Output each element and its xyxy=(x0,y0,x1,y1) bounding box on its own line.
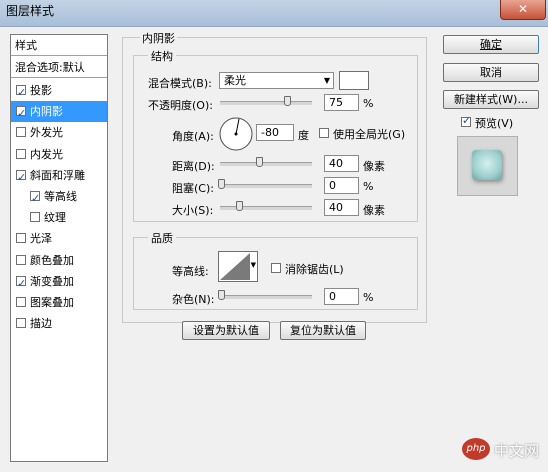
global-light-label[interactable]: 使用全局光(G) xyxy=(333,126,405,142)
angle-dial[interactable] xyxy=(218,116,254,152)
distance-input[interactable]: 40 xyxy=(324,155,359,172)
choke-unit: % xyxy=(363,180,374,193)
cancel-button[interactable]: 取消 xyxy=(443,63,539,82)
style-item-label: 图案叠加 xyxy=(30,296,74,309)
angle-unit: 度 xyxy=(298,129,309,142)
style-item-label: 等高线 xyxy=(44,190,77,203)
antialias-checkbox[interactable] xyxy=(271,263,281,273)
style-item-label: 纹理 xyxy=(44,211,66,225)
style-item[interactable]: 斜面和浮雕 xyxy=(11,165,107,188)
style-item-checkbox[interactable] xyxy=(16,103,26,124)
style-item-checkbox[interactable] xyxy=(16,233,26,244)
style-item[interactable]: 颜色叠加 xyxy=(11,250,107,271)
style-item[interactable]: 外发光 xyxy=(11,122,107,143)
blend-mode-select[interactable]: 柔光 ▼ xyxy=(219,72,334,89)
noise-label: 杂色(N): xyxy=(172,293,215,306)
section-title: 内阴影 xyxy=(140,30,177,46)
style-item-checkbox[interactable] xyxy=(16,254,26,265)
distance-slider-thumb[interactable] xyxy=(256,157,263,167)
opacity-slider[interactable] xyxy=(220,101,312,105)
style-item[interactable]: 等高线 xyxy=(11,186,107,209)
chevron-down-icon: ▼ xyxy=(323,76,330,85)
chevron-down-icon: ▼ xyxy=(250,261,256,269)
blend-mode-value: 柔光 xyxy=(224,74,246,87)
style-item-label: 内发光 xyxy=(30,147,63,161)
noise-input[interactable]: 0 xyxy=(324,288,359,305)
style-item-label: 描边 xyxy=(30,317,52,331)
angle-label: 角度(A): xyxy=(172,130,214,143)
choke-label: 阻塞(C): xyxy=(172,182,214,195)
style-item[interactable]: 渐变叠加 xyxy=(11,271,107,294)
contour-picker[interactable]: ▼ xyxy=(218,251,258,282)
style-item-label: 投影 xyxy=(30,84,52,97)
style-item-checkbox[interactable] xyxy=(16,82,26,103)
preview-box xyxy=(457,136,518,196)
noise-slider-thumb[interactable] xyxy=(218,290,225,300)
blend-mode-label: 混合模式(B): xyxy=(148,77,212,90)
style-item[interactable]: 投影 xyxy=(11,80,107,103)
ok-button[interactable]: 确定 xyxy=(443,35,539,54)
style-item-checkbox[interactable] xyxy=(16,297,26,307)
style-item-checkbox[interactable] xyxy=(30,212,40,223)
make-default-button[interactable]: 设置为默认值 xyxy=(182,321,270,340)
distance-label: 距离(D): xyxy=(172,160,215,173)
angle-input[interactable]: -80 xyxy=(256,124,294,141)
quality-title: 品质 xyxy=(148,230,176,246)
size-unit: 像素 xyxy=(363,204,385,217)
antialias-label[interactable]: 消除锯齿(L) xyxy=(285,261,344,277)
blending-options-item[interactable]: 混合选项:默认 xyxy=(11,57,107,78)
opacity-unit: % xyxy=(363,97,374,110)
choke-slider-thumb[interactable] xyxy=(218,179,225,189)
style-item[interactable]: 光泽 xyxy=(11,228,107,249)
choke-slider[interactable] xyxy=(220,184,312,188)
style-item-label: 外发光 xyxy=(30,126,63,140)
distance-slider[interactable] xyxy=(220,162,312,166)
noise-unit: % xyxy=(363,291,374,304)
style-item[interactable]: 内阴影 xyxy=(11,101,107,124)
opacity-input[interactable]: 75 xyxy=(324,94,359,111)
style-item-checkbox[interactable] xyxy=(16,167,26,188)
style-item[interactable]: 描边 xyxy=(11,313,107,334)
style-item-label: 光泽 xyxy=(30,232,52,246)
noise-slider[interactable] xyxy=(220,295,312,299)
global-light-checkbox[interactable] xyxy=(319,128,329,138)
style-item-label: 内阴影 xyxy=(30,105,63,119)
styles-header[interactable]: 样式 xyxy=(11,35,107,56)
window-title: 图层样式 xyxy=(6,4,55,18)
preview-tile xyxy=(472,150,502,180)
style-item[interactable]: 纹理 xyxy=(11,207,107,228)
php-logo: php xyxy=(462,438,490,460)
size-slider-thumb[interactable] xyxy=(236,201,243,211)
size-input[interactable]: 40 xyxy=(324,199,359,216)
title-bar: 图层样式 ✕ xyxy=(0,0,548,27)
watermark-text: 中文网 xyxy=(494,442,540,460)
opacity-label: 不透明度(O): xyxy=(148,99,213,112)
contour-curve-icon xyxy=(220,253,250,280)
contour-label: 等高线: xyxy=(172,265,209,278)
preview-checkbox[interactable] xyxy=(461,114,471,127)
watermark: php 中文网 xyxy=(462,438,542,464)
choke-input[interactable]: 0 xyxy=(324,177,359,194)
style-item-checkbox[interactable] xyxy=(16,273,26,294)
distance-unit: 像素 xyxy=(363,160,385,173)
style-item[interactable]: 图案叠加 xyxy=(11,292,107,313)
size-slider[interactable] xyxy=(220,206,312,210)
reset-default-button[interactable]: 复位为默认值 xyxy=(280,321,366,340)
style-item-checkbox[interactable] xyxy=(16,148,26,159)
opacity-slider-thumb[interactable] xyxy=(283,96,291,106)
structure-title: 结构 xyxy=(148,48,176,64)
shadow-color-swatch[interactable] xyxy=(339,71,369,90)
preview-label[interactable]: 预览(V) xyxy=(475,115,513,131)
style-item-label: 渐变叠加 xyxy=(30,274,74,288)
style-item-label: 颜色叠加 xyxy=(30,253,74,267)
size-label: 大小(S): xyxy=(172,204,214,217)
new-style-button[interactable]: 新建样式(W)... xyxy=(443,90,539,109)
style-item-checkbox[interactable] xyxy=(16,127,26,138)
close-button[interactable]: ✕ xyxy=(500,0,546,20)
styles-list: 样式 混合选项:默认 投影内阴影外发光内发光斜面和浮雕等高线纹理光泽颜色叠加渐变… xyxy=(10,34,108,462)
style-item-checkbox[interactable] xyxy=(30,188,40,209)
style-item[interactable]: 内发光 xyxy=(11,144,107,165)
style-item-label: 斜面和浮雕 xyxy=(30,168,85,182)
style-item-checkbox[interactable] xyxy=(16,318,26,329)
